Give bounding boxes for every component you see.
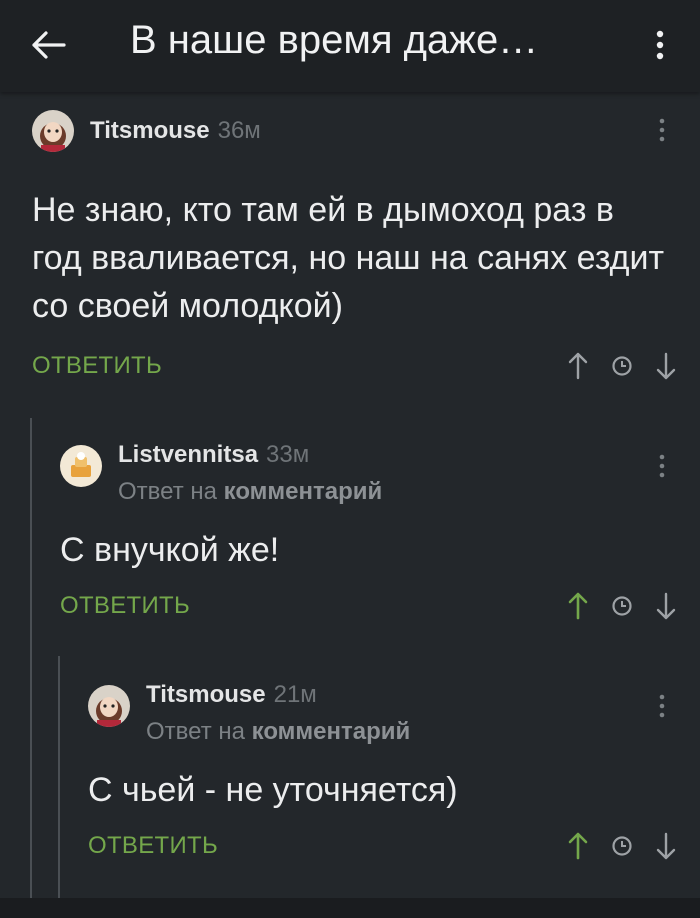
- upvote-button[interactable]: [558, 826, 598, 866]
- page-title: В наше время даже…: [130, 18, 539, 62]
- comment-menu-button[interactable]: [650, 112, 674, 148]
- avatar[interactable]: [32, 110, 74, 152]
- reply-button[interactable]: ОТВЕТИТЬ: [60, 592, 190, 620]
- thread-line: [58, 656, 60, 898]
- arrow-up-icon: [568, 352, 588, 380]
- comment-menu-button[interactable]: [650, 688, 674, 724]
- more-vertical-icon: [659, 454, 665, 478]
- avatar[interactable]: [88, 685, 130, 727]
- clock-button[interactable]: [602, 346, 642, 386]
- arrow-left-icon: [32, 31, 66, 59]
- more-vertical-icon: [659, 118, 665, 142]
- arrow-down-icon: [656, 352, 676, 380]
- comment-text: Не знаю, кто там ей в дымоход раз в год …: [32, 191, 665, 325]
- arrow-up-icon: [568, 832, 588, 860]
- clock-icon: [612, 356, 632, 376]
- clock-icon: [612, 836, 632, 856]
- comment-time: 33м: [266, 441, 310, 468]
- reply-to-link[interactable]: комментарий: [224, 478, 383, 505]
- upvote-button[interactable]: [558, 586, 598, 626]
- arrow-down-icon: [656, 592, 676, 620]
- comment-author[interactable]: Titsmouse 21м: [146, 681, 317, 709]
- more-vertical-icon: [659, 694, 665, 718]
- downvote-button[interactable]: [646, 586, 686, 626]
- arrow-down-icon: [656, 832, 676, 860]
- reply-button[interactable]: ОТВЕТИТЬ: [32, 352, 162, 380]
- author-name[interactable]: Titsmouse: [90, 117, 210, 144]
- app-bar: В наше время даже…: [0, 0, 700, 92]
- downvote-button[interactable]: [646, 826, 686, 866]
- comment-time: 21м: [273, 681, 317, 708]
- comment-author[interactable]: Listvennitsa 33м: [118, 441, 309, 469]
- more-menu-button[interactable]: [640, 22, 680, 68]
- author-name[interactable]: Listvennitsa: [118, 441, 258, 468]
- reply-to-prefix: Ответ на: [146, 718, 245, 745]
- vote-controls: [558, 826, 688, 866]
- back-button[interactable]: [20, 22, 80, 68]
- arrow-up-icon: [568, 592, 588, 620]
- reply-to-line: Ответ на комментарий: [146, 718, 410, 746]
- author-name[interactable]: Titsmouse: [146, 681, 266, 708]
- comment-time: 36м: [217, 117, 261, 144]
- upvote-button[interactable]: [558, 346, 598, 386]
- bottom-bar: [0, 898, 700, 918]
- downvote-button[interactable]: [646, 346, 686, 386]
- more-vertical-icon: [656, 30, 664, 60]
- thread-line: [30, 418, 32, 898]
- vote-controls: [558, 346, 688, 386]
- reply-to-link[interactable]: комментарий: [252, 718, 411, 745]
- clock-icon: [612, 596, 632, 616]
- clock-button[interactable]: [602, 826, 642, 866]
- avatar[interactable]: [60, 445, 102, 487]
- comment-menu-button[interactable]: [650, 448, 674, 484]
- reply-to-line: Ответ на комментарий: [118, 478, 382, 506]
- comment-text: С чьей - не уточняется): [88, 771, 458, 809]
- comment-author[interactable]: Titsmouse 36м: [90, 117, 261, 145]
- comment-text: С внучкой же!: [60, 531, 280, 569]
- reply-to-prefix: Ответ на: [118, 478, 217, 505]
- clock-button[interactable]: [602, 586, 642, 626]
- vote-controls: [558, 586, 688, 626]
- reply-button[interactable]: ОТВЕТИТЬ: [88, 832, 218, 860]
